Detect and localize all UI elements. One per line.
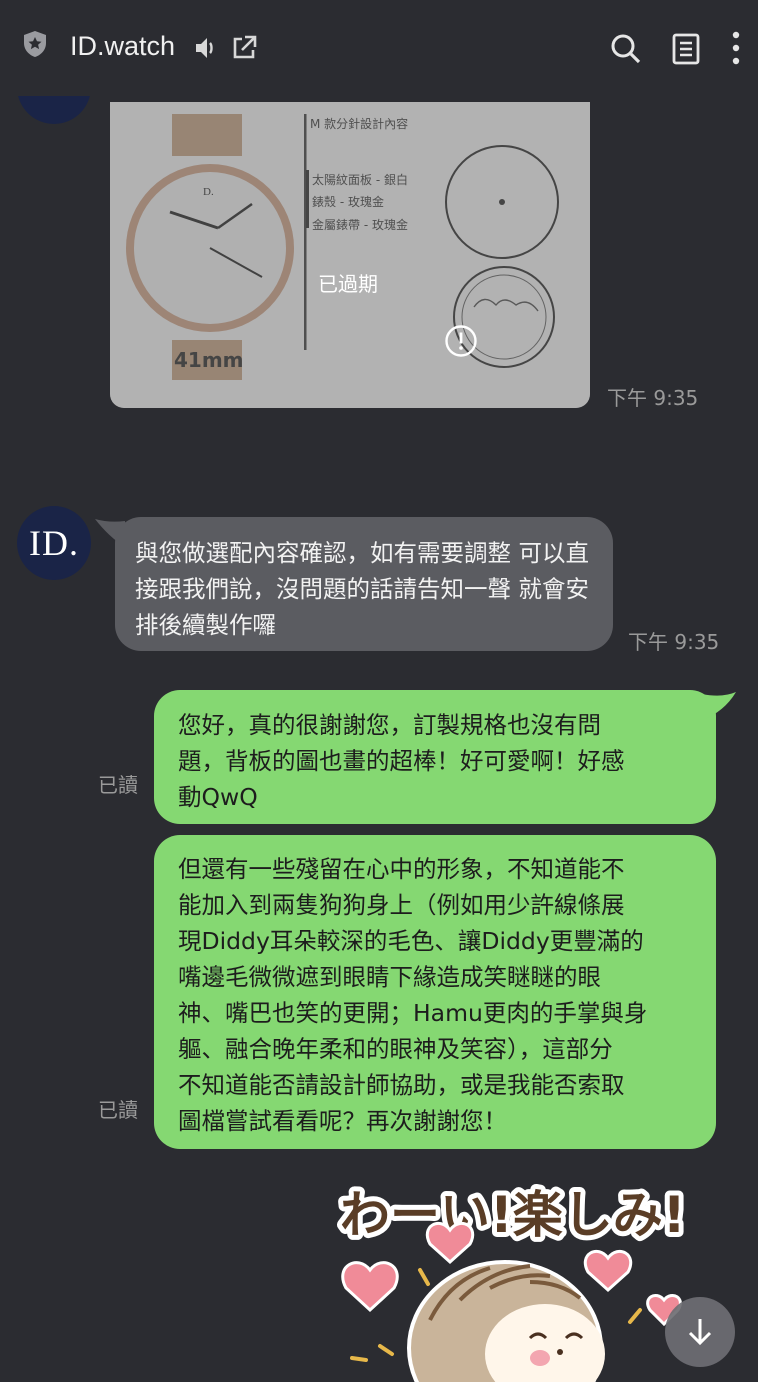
message-time: 下午 9:35: [628, 630, 720, 654]
message-line: 能加入到兩隻狗狗身上（例如用少許線條展: [178, 891, 625, 919]
expired-veil: [110, 102, 590, 408]
received-message-bubble[interactable]: 與您做選配內容確認，如有需要調整 可以直接跟我們說，沒問題的話請告知一聲 就會安…: [95, 517, 613, 651]
message-line: 您好，真的很謝謝您，訂製規格也沒有問: [178, 711, 601, 739]
read-receipt: 已讀: [98, 1098, 138, 1122]
read-receipt: 已讀: [98, 773, 138, 797]
message-line: 但還有一些殘留在心中的形象，不知道能不: [178, 855, 625, 883]
app-bar: ID.watch: [0, 0, 758, 96]
message-line: 軀、融合晚年柔和的眼神及笑容），這部分: [178, 1035, 613, 1063]
sticker-text: わーい!楽しみ!: [340, 1186, 686, 1244]
message-line: 圖檔嘗試看看呢？再次謝謝您！: [178, 1107, 507, 1135]
expired-image-message[interactable]: D. 41mm M 款分針設計內容 太陽紋面板 - 銀白 錶殼 - 玫瑰金 金屬…: [110, 102, 590, 408]
arrow-down-icon: [688, 1319, 712, 1346]
message-line: 神、嘴巴也笑的更開；Hamu更肉的手掌與身: [178, 999, 648, 1027]
notes-icon[interactable]: [672, 33, 700, 69]
sender-avatar[interactable]: ID.: [17, 506, 91, 580]
message-line: 不知道能否請設計師協助，或是我能否索取: [178, 1071, 625, 1099]
sent-message-bubble[interactable]: 您好，真的很謝謝您，訂製規格也沒有問 題，背板的圖也畫的超棒！好可愛啊！好感 動…: [154, 690, 736, 824]
external-link-icon[interactable]: [230, 34, 258, 66]
sent-message-bubble[interactable]: 但還有一些殘留在心中的形象，不知道能不 能加入到兩隻狗狗身上（例如用少許線條展 …: [154, 835, 716, 1149]
scroll-to-bottom-button[interactable]: [665, 1297, 735, 1367]
search-icon[interactable]: [610, 33, 642, 69]
message-line: 現Diddy耳朵較深的毛色、讓Diddy更豐滿的: [178, 927, 644, 955]
chat-title[interactable]: ID.watch: [70, 31, 175, 62]
expired-label: 已過期: [318, 272, 378, 296]
more-icon[interactable]: [730, 31, 742, 69]
mute-icon: [193, 35, 219, 65]
bubble-tail: [95, 519, 125, 547]
message-line: 嘴邊毛微微遮到眼睛下緣造成笑瞇瞇的眼: [178, 963, 601, 991]
message-line: 題，背板的圖也畫的超棒！好可愛啊！好感: [178, 747, 625, 775]
message-time: 下午 9:35: [607, 386, 699, 410]
shield-icon[interactable]: [22, 30, 48, 62]
warning-icon: [444, 324, 478, 362]
message-line: 動QwQ: [178, 783, 258, 811]
bubble-tail: [702, 692, 736, 720]
received-message-text: 與您做選配內容確認，如有需要調整 可以直接跟我們說，沒問題的話請告知一聲 就會安…: [135, 539, 589, 639]
